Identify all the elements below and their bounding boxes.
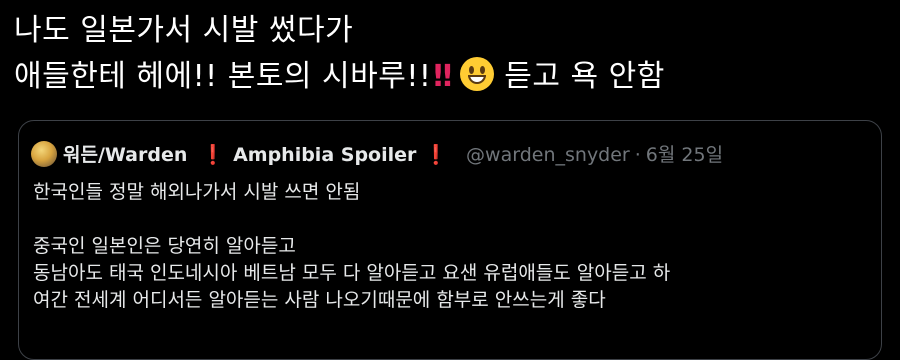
- separator-dot: ·: [634, 144, 641, 166]
- tweet-line-2-end-text: 듣고 욕 안함: [504, 59, 665, 94]
- quoted-author-name-suffix[interactable]: Amphibia Spoiler: [233, 144, 416, 166]
- quoted-tweet-line: 동남아도 태국 인도네시아 베트남 모두 다 알아듣고 요샌 유럽애들도 알아듣…: [33, 262, 671, 284]
- tweet-text: 나도 일본가서 시발 썼다가 애들한테 헤에!! 본토의 시바루!!‼ 듣고 욕 …: [14, 8, 894, 100]
- double-exclamation-icon: ‼: [433, 59, 452, 94]
- quoted-tweet-line: 중국인 일본인은 당연히 알아듣고: [33, 235, 296, 257]
- tweet-line-2-text: 애들한테 헤에!! 본토의 시바루!!: [14, 59, 432, 94]
- red-exclamation-icon: ❗: [424, 144, 449, 166]
- tweet-line-1: 나도 일본가서 시발 썼다가: [14, 13, 354, 48]
- quoted-tweet-body: 한국인들 정말 해외나가서 시발 쓰면 안됨 중국인 일본인은 당연히 알아듣고…: [33, 179, 873, 314]
- quoted-tweet-header: 워든/Warden ❗ Amphibia Spoiler ❗ @warden_snyde…: [31, 141, 723, 169]
- quoted-tweet-line: 한국인들 정말 해외나가서 시발 쓰면 안됨: [33, 181, 361, 203]
- tweet-line-2: 애들한테 헤에!! 본토의 시바루!!‼ 듣고 욕 안함: [14, 54, 894, 100]
- avatar[interactable]: [31, 141, 57, 167]
- quoted-tweet-date[interactable]: 6월 25일: [646, 144, 723, 166]
- quoted-tweet-card[interactable]: 워든/Warden ❗ Amphibia Spoiler ❗ @warden_snyde…: [18, 120, 882, 360]
- quoted-author-handle[interactable]: @warden_snyder: [466, 144, 630, 166]
- quoted-author-name[interactable]: 워든/Warden: [63, 144, 187, 166]
- quoted-tweet-line: 여간 전세계 어디서든 알아듣는 사람 나오기때문에 함부로 안쓰는게 좋다: [33, 289, 606, 311]
- red-exclamation-icon: ❗: [201, 144, 226, 166]
- grinning-face-icon: [460, 57, 495, 91]
